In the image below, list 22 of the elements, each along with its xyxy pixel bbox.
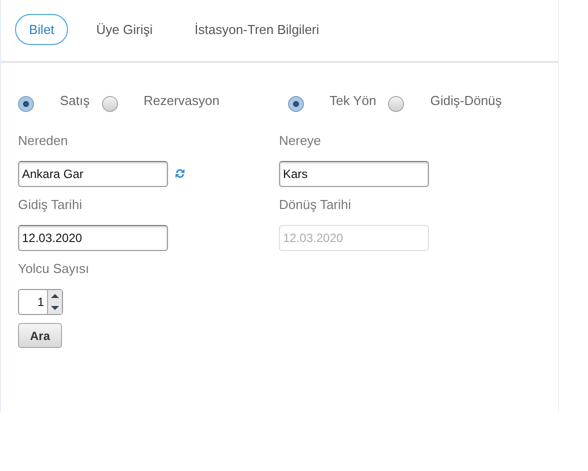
- swap-icon[interactable]: [174, 167, 186, 180]
- radio-label: Tek Yön: [330, 93, 376, 108]
- radio-label: Gidiş-Dönüş: [430, 93, 502, 108]
- tab[interactable]: Üye Girişi: [82, 14, 167, 45]
- field-label: Gidiş Tarihi: [18, 197, 82, 214]
- field-label: Yolcu Sayısı: [18, 261, 90, 278]
- radio-button[interactable]: [18, 96, 34, 112]
- tab[interactable]: Bilet: [15, 14, 68, 45]
- field-label: Dönüş Tarihi: [279, 197, 352, 214]
- date-field[interactable]: 12.03.2020: [18, 225, 168, 251]
- radio-label: Satış: [60, 93, 90, 108]
- input-field[interactable]: Kars: [279, 161, 429, 187]
- search-button[interactable]: Ara: [18, 323, 62, 348]
- radio-button[interactable]: [288, 96, 304, 112]
- field-label: Nereye: [279, 133, 321, 150]
- radio-label: Rezervasyon: [144, 93, 220, 108]
- radio-button[interactable]: [388, 96, 404, 112]
- field-label: Nereden: [18, 133, 68, 150]
- input-field[interactable]: Ankara Gar: [18, 161, 168, 187]
- number-spinner[interactable]: 1: [18, 289, 63, 315]
- radio-button[interactable]: [102, 96, 118, 112]
- tab[interactable]: İstasyon-Tren Bilgileri: [180, 14, 334, 45]
